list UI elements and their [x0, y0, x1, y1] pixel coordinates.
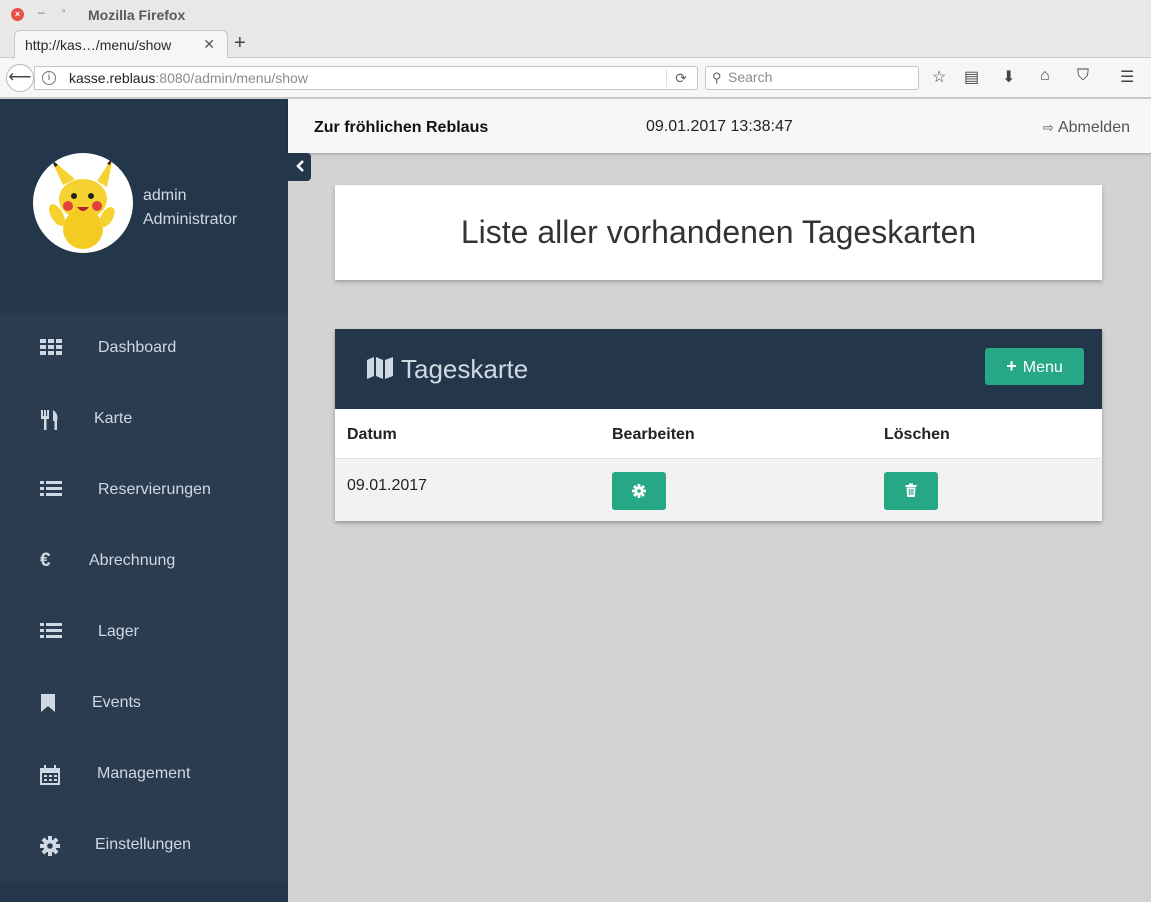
window-close-button[interactable]: ×: [11, 8, 24, 21]
sidebar-item-management[interactable]: Management: [0, 739, 288, 810]
cutlery-icon: [40, 410, 62, 430]
sidebar-item-einstellungen[interactable]: Einstellungen: [0, 810, 288, 881]
sidebar-item-label: Dashboard: [98, 339, 177, 356]
new-tab-button[interactable]: +: [234, 32, 246, 55]
window-title: Mozilla Firefox: [88, 7, 186, 23]
bookmark-star-icon[interactable]: ☆: [932, 67, 946, 87]
sidebar-item-abrechnung[interactable]: € Abrechnung: [0, 526, 288, 597]
chevron-left-icon: [295, 160, 304, 172]
sidebar-item-lager[interactable]: Lager: [0, 597, 288, 668]
sidebar-item-dashboard[interactable]: Dashboard: [0, 313, 288, 384]
window-titlebar: × – ▫ Mozilla Firefox: [0, 0, 1151, 30]
tab-close-icon[interactable]: ✕: [203, 36, 215, 53]
sidebar-footer: [0, 883, 288, 902]
menu-table-card: Tageskarte + Menu Datum Bearbeiten Lösche…: [335, 329, 1102, 521]
sidebar-item-label: Events: [92, 694, 141, 711]
sidebar-item-label: Lager: [98, 623, 139, 640]
sidebar-item-label: Einstellungen: [95, 836, 192, 853]
logout-link[interactable]: ⇨ Abmelden: [1043, 119, 1130, 137]
search-input[interactable]: [728, 69, 908, 85]
card-title: Tageskarte: [401, 354, 529, 384]
reading-list-icon[interactable]: ▤: [964, 67, 979, 87]
card-header: Tageskarte + Menu: [335, 329, 1102, 409]
app-header: Zur fröhlichen Reblaus 09.01.2017 13:38:…: [288, 99, 1151, 153]
delete-button[interactable]: [884, 472, 938, 510]
tab-bar: http://kas…/menu/show ✕ +: [0, 30, 1151, 59]
search-icon: ⚲: [712, 70, 722, 85]
pocket-icon[interactable]: ⛉: [1077, 67, 1089, 85]
sign-out-icon: ⇨: [1043, 120, 1054, 135]
reload-icon[interactable]: ⟳: [666, 70, 687, 87]
page-title: Liste aller vorhandenen Tageskarten: [460, 214, 977, 250]
column-header-bearbeiten: Bearbeiten: [612, 426, 695, 443]
sidebar-toggle-button[interactable]: [288, 153, 311, 181]
home-icon[interactable]: ⌂: [1040, 67, 1050, 85]
user-name: admin: [143, 187, 187, 204]
back-button[interactable]: ⟵: [6, 64, 34, 92]
add-menu-button[interactable]: + Menu: [985, 348, 1084, 385]
browser-toolbar: ⟵ i kasse.reblaus:8080/admin/menu/show ⟳…: [0, 58, 1151, 98]
hamburger-menu-icon[interactable]: ☰: [1120, 67, 1134, 87]
gear-icon: [632, 484, 646, 498]
download-icon[interactable]: ⬇: [1002, 67, 1015, 87]
brand-title: Zur fröhlichen Reblaus: [314, 119, 489, 136]
row-date: 09.01.2017: [347, 477, 428, 494]
info-icon[interactable]: i: [42, 71, 56, 85]
logout-label: Abmelden: [1057, 119, 1130, 136]
add-menu-label: Menu: [1022, 359, 1063, 376]
browser-tab[interactable]: http://kas…/menu/show ✕: [14, 30, 228, 59]
euro-icon: €: [40, 550, 51, 571]
url-host: kasse.reblaus: [69, 70, 156, 86]
url-path: :8080/admin/menu/show: [155, 70, 308, 86]
sidebar-item-label: Abrechnung: [89, 552, 176, 569]
list-icon: [40, 481, 62, 501]
avatar: [33, 153, 133, 253]
tab-title: http://kas…/menu/show: [25, 37, 172, 53]
sidebar-item-karte[interactable]: Karte: [0, 384, 288, 455]
grid-icon: [40, 339, 62, 359]
trash-icon: [905, 483, 917, 497]
column-header-loeschen: Löschen: [884, 426, 950, 443]
page-title-card: Liste aller vorhandenen Tageskarten: [335, 185, 1102, 280]
sidebar-item-events[interactable]: Events: [0, 668, 288, 739]
sidebar-item-reservierungen[interactable]: Reservierungen: [0, 455, 288, 526]
window-maximize-button[interactable]: ▫: [62, 6, 66, 17]
sidebar: admin Administrator Dashboard Karte Rese…: [0, 99, 288, 902]
map-icon: [367, 356, 393, 385]
table-row: [335, 459, 1102, 521]
list-icon: [40, 623, 62, 643]
url-bar[interactable]: i kasse.reblaus:8080/admin/menu/show ⟳: [34, 66, 698, 90]
search-bar[interactable]: ⚲: [705, 66, 919, 90]
url-text[interactable]: kasse.reblaus:8080/admin/menu/show: [69, 70, 308, 86]
calendar-icon: [40, 765, 62, 785]
gear-icon: [40, 836, 62, 856]
bookmark-icon: [40, 694, 62, 714]
window-minimize-button[interactable]: –: [38, 5, 45, 19]
datetime-display: 09.01.2017 13:38:47: [646, 118, 793, 135]
sidebar-item-label: Management: [97, 765, 191, 782]
user-profile: admin Administrator: [0, 99, 288, 313]
user-role: Administrator: [143, 211, 238, 228]
plus-icon: +: [1006, 356, 1017, 376]
column-header-datum: Datum: [347, 426, 397, 443]
sidebar-item-label: Reservierungen: [98, 481, 211, 498]
sidebar-item-label: Karte: [94, 410, 133, 427]
edit-button[interactable]: [612, 472, 666, 510]
